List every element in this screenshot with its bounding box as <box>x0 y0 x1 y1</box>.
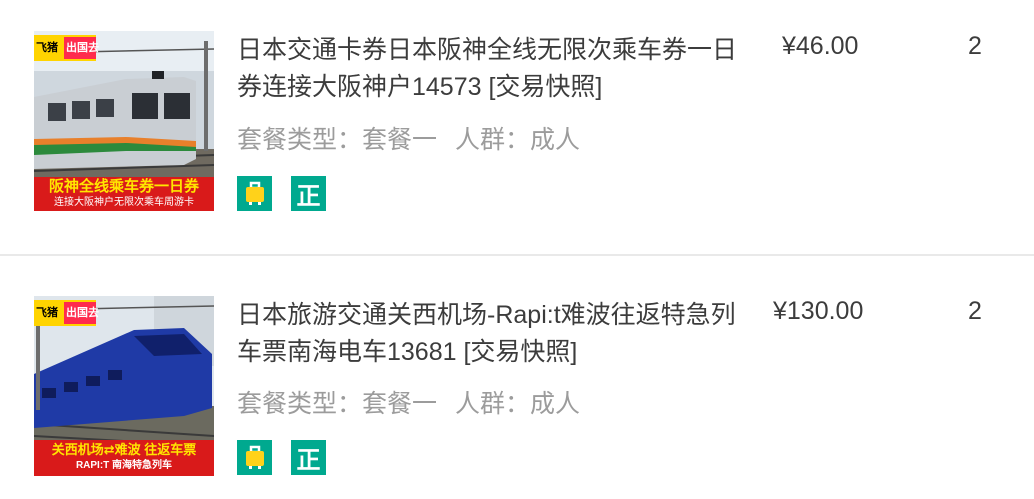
quantity: 2 <box>968 32 982 60</box>
unit-price: ¥46.00 <box>782 32 859 60</box>
thumb-caption-sub: 连接大阪神户无限次乘车周游卡 <box>54 197 194 208</box>
logo-text-left: 飞猪 <box>36 42 58 54</box>
product-title-link[interactable]: 日本旅游交通关西机场-Rapi:t难波往返特急列车票南海电车13681 [交易快… <box>237 297 737 371</box>
package-type: 套餐类型：套餐一 <box>237 390 438 418</box>
product-thumbnail[interactable]: 飞猪 出国去 阪神全线乘车券一日券 连接大阪神户无限次乘车周游卡 <box>34 31 214 211</box>
unit-price: ¥130.00 <box>773 297 864 325</box>
order-item: 飞猪 出国去 关西机场⇄难波 往返车票 RAPI:T 南海特急列车 日本旅游交通… <box>0 258 1034 499</box>
thumb-caption-main: 阪神全线乘车券一日券 <box>48 178 199 195</box>
thumb-caption-main: 关西机场⇄难波 往返车票 <box>51 442 197 457</box>
logo-text-right: 出国去 <box>66 42 99 54</box>
luggage-icon[interactable] <box>237 176 272 211</box>
service-badges: 正 <box>237 440 326 476</box>
authentic-badge[interactable]: 正 <box>291 176 326 211</box>
thumb-caption-sub: RAPI:T 南海特急列车 <box>75 460 173 471</box>
logo-text-left: 飞猪 <box>36 307 58 319</box>
thumb-caption: 阪神全线乘车券一日券 连接大阪神户无限次乘车周游卡 <box>34 177 214 211</box>
quantity: 2 <box>968 297 982 325</box>
logo-text-right: 出国去 <box>66 307 99 319</box>
service-badges: 正 <box>237 176 326 212</box>
order-item: 飞猪 出国去 阪神全线乘车券一日券 连接大阪神户无限次乘车周游卡 日本交通卡券日… <box>0 0 1034 256</box>
sku-info: 套餐类型：套餐一 人群：成人 <box>237 124 580 156</box>
crowd-type: 人群：成人 <box>455 390 581 418</box>
product-thumbnail[interactable]: 飞猪 出国去 关西机场⇄难波 往返车票 RAPI:T 南海特急列车 <box>34 296 214 476</box>
package-type: 套餐类型：套餐一 <box>237 126 438 154</box>
luggage-icon[interactable] <box>237 440 272 475</box>
sku-info: 套餐类型：套餐一 人群：成人 <box>237 388 580 420</box>
product-title-link[interactable]: 日本交通卡券日本阪神全线无限次乘车券一日券连接大阪神户14573 [交易快照] <box>237 32 737 106</box>
crowd-type: 人群：成人 <box>455 126 581 154</box>
thumb-caption: 关西机场⇄难波 往返车票 RAPI:T 南海特急列车 <box>34 440 214 476</box>
authentic-badge[interactable]: 正 <box>291 440 326 475</box>
